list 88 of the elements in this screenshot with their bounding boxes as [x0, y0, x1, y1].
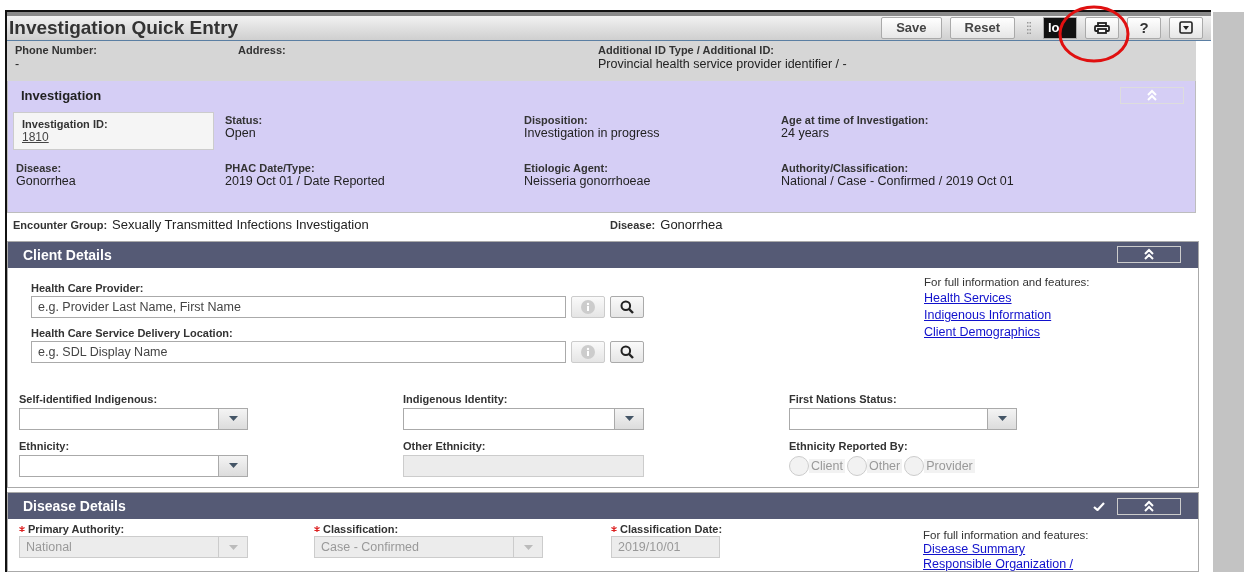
toolbar-button[interactable]: Save	[881, 16, 942, 39]
scrollbar[interactable]	[1213, 12, 1244, 572]
double-chevron-up-icon	[1143, 499, 1155, 513]
info-icon	[581, 344, 595, 359]
field-label: Authority/Classification:	[781, 162, 910, 175]
info-icon	[581, 299, 595, 314]
field-label: Age at time of Investigation:	[781, 114, 930, 127]
field-value: Investigation in progress	[524, 126, 661, 141]
field-value: Sexually Transmitted Infections Investigation	[112, 217, 369, 233]
info-button[interactable]	[571, 295, 605, 318]
field-label: Additional ID Type / Additional ID:	[598, 43, 775, 56]
field-label: First Nations Status:	[789, 392, 897, 405]
field-value: 2019 Oct 01 / Date Reported	[225, 174, 386, 189]
field-label: Etiologic Agent:	[524, 162, 609, 175]
field-value: Gonorrhea	[16, 174, 77, 189]
field-label: Phone Number:	[15, 43, 98, 56]
link[interactable]: Responsible Organization /	[923, 557, 1074, 571]
dropdown: Case - Confirmed	[314, 536, 543, 558]
section-title: Disease Details	[23, 498, 127, 514]
field-value: -	[15, 56, 21, 71]
field-label: Disease:	[610, 219, 656, 232]
double-chevron-up-icon	[1146, 89, 1158, 103]
link[interactable]: Health Services	[924, 290, 1012, 305]
field-value: Gonorrhea	[660, 217, 723, 233]
text-field: 2019/10/01	[611, 536, 720, 558]
field-value: Open	[225, 126, 257, 141]
printer-icon	[1094, 21, 1110, 34]
caret-down-icon	[228, 544, 238, 550]
dropdown[interactable]	[403, 407, 644, 430]
field-label: Address:	[238, 43, 287, 56]
section-title: Client Details	[23, 246, 113, 263]
search-button[interactable]	[610, 340, 644, 363]
field-label: Indigenous Identity:	[403, 392, 508, 405]
field-value: Provincial health service provider identifier / -	[598, 56, 848, 71]
caret-down-icon	[523, 544, 533, 550]
field-label: Primary Authority:	[28, 523, 125, 535]
field-label: Classification Date:	[620, 523, 723, 535]
lookup-field[interactable]: e.g. SDL Display Name	[31, 340, 566, 363]
print-button[interactable]	[1085, 16, 1119, 39]
field-value: 24 years	[781, 126, 830, 141]
field-label: Ethnicity:	[19, 439, 70, 452]
menu-button[interactable]	[1169, 16, 1203, 39]
radio-label: Client	[809, 458, 845, 473]
link[interactable]: Disease Summary	[923, 542, 1026, 556]
link[interactable]: Indigenous Information	[924, 307, 1052, 322]
field-label: Health Care Provider:	[31, 281, 145, 294]
dropdown: National	[19, 536, 248, 558]
link[interactable]: Client Demographics	[924, 324, 1041, 339]
dropdown[interactable]	[789, 407, 1017, 430]
lookup-field[interactable]: e.g. Provider Last Name, First Name	[31, 295, 566, 318]
toolbar-button[interactable]: Reset	[949, 16, 1015, 39]
field-value: National / Case - Confirmed / 2019 Oct 01	[781, 174, 1015, 189]
field-label: Encounter Group:	[13, 219, 108, 232]
page-title: Investigation Quick Entry	[9, 16, 240, 39]
help-button[interactable]: ?	[1127, 16, 1161, 39]
field-label: Disposition:	[524, 114, 589, 127]
dropdown[interactable]	[19, 454, 248, 477]
field-label: PHAC Date/Type:	[225, 162, 316, 175]
search-icon	[620, 299, 634, 314]
field-label: Self-identified Indigenous:	[19, 392, 158, 405]
info-button[interactable]	[571, 340, 605, 363]
field-label: Disease:	[16, 162, 63, 175]
field-label: Investigation ID:	[22, 118, 109, 131]
radio-label: Provider	[924, 458, 975, 473]
collapse-button[interactable]	[1117, 497, 1181, 515]
highlight-circle	[1058, 5, 1130, 63]
caret-down-icon	[997, 416, 1007, 422]
field-label: Health Care Service Delivery Location:	[31, 326, 234, 339]
field-value: Neisseria gonorrhoeae	[524, 174, 652, 189]
caret-down-icon	[228, 463, 238, 469]
info-text: For full information and features:	[924, 275, 1090, 288]
caret-down-icon	[228, 416, 238, 422]
field-label: Status:	[225, 114, 264, 127]
caret-down-icon	[624, 416, 634, 422]
id-link[interactable]: 1810	[22, 130, 205, 145]
info-text: For full information and features:	[923, 529, 1089, 541]
collapse-button[interactable]	[1117, 246, 1181, 264]
dropdown-icon	[1179, 21, 1193, 35]
field-label: Other Ethnicity:	[403, 439, 486, 452]
field-label: Classification:	[323, 523, 399, 535]
search-icon	[620, 344, 634, 359]
grip-icon	[1027, 21, 1031, 34]
field-label: Ethnicity Reported By:	[789, 439, 908, 452]
search-button[interactable]	[610, 295, 644, 318]
double-chevron-up-icon	[1143, 248, 1155, 262]
section-title: Investigation	[21, 88, 102, 104]
radio-label: Other	[866, 458, 903, 473]
dropdown[interactable]	[19, 407, 248, 430]
